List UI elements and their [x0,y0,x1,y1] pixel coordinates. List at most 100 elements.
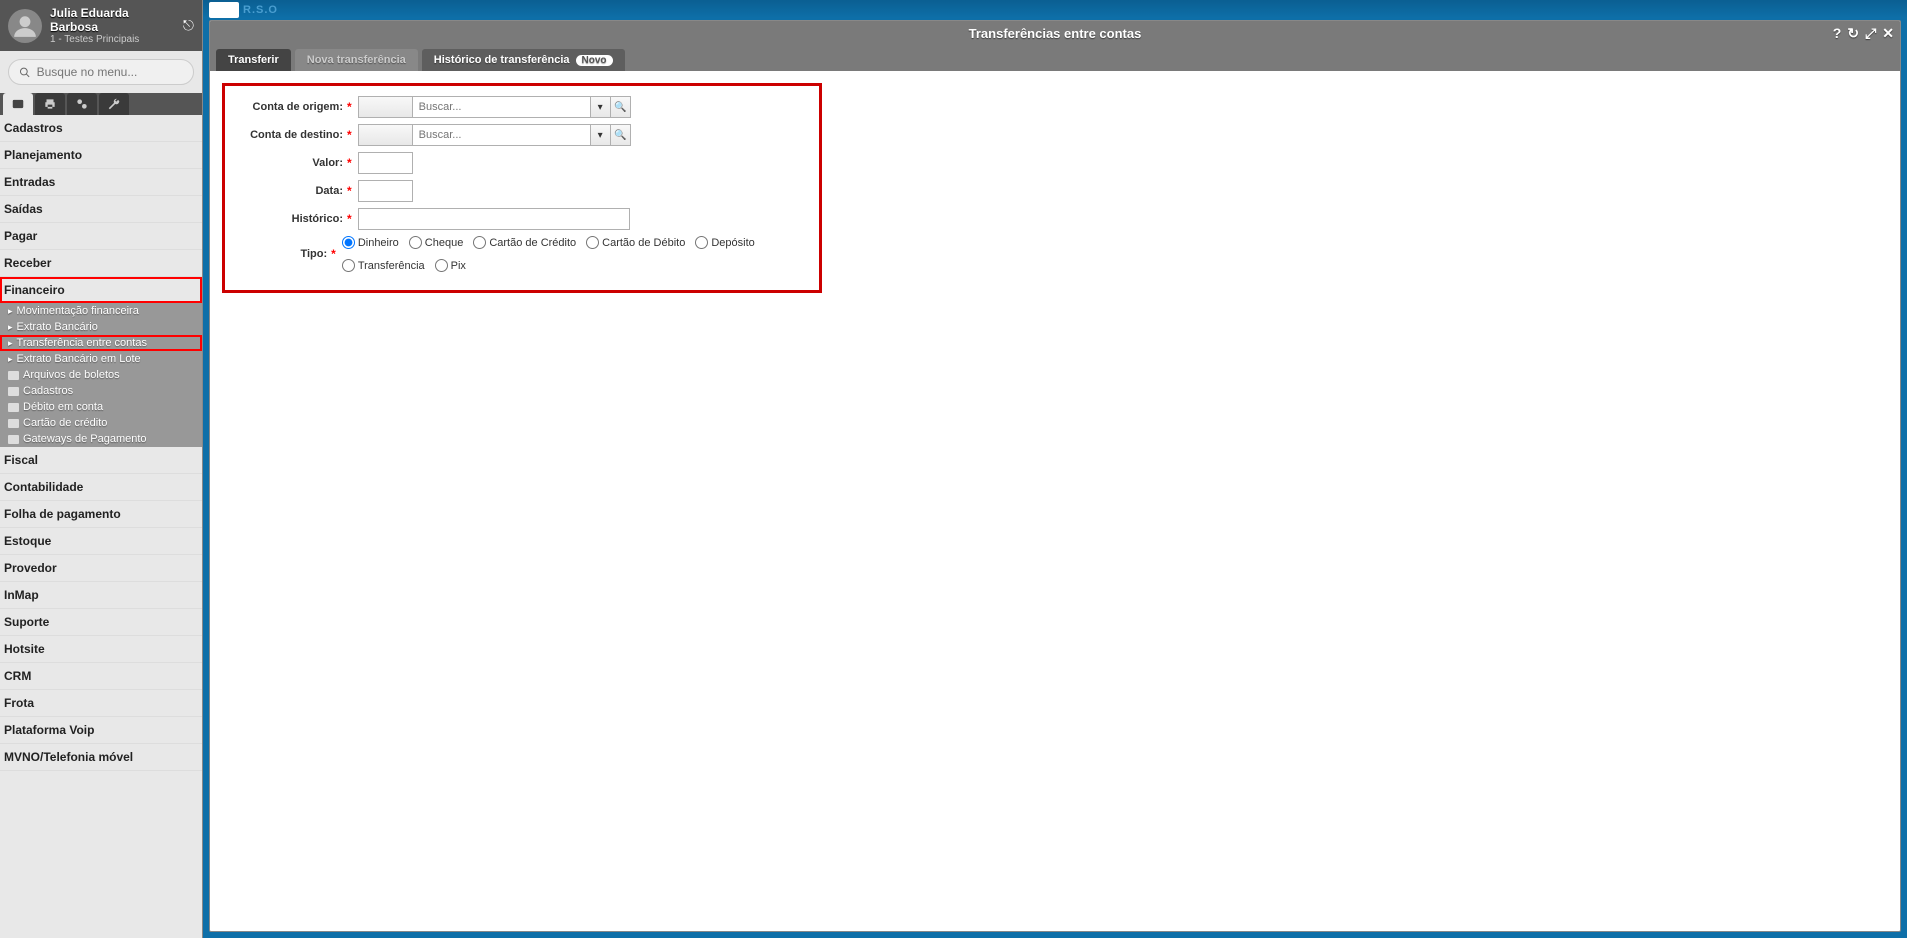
folder-icon [8,403,19,412]
chevron-right-icon: ▸ [8,322,13,333]
radio-cartao-debito[interactable]: Cartão de Débito [586,236,685,249]
toolbar-tab-gears[interactable] [67,93,97,115]
user-bar: Julia Eduarda Barbosa 1 - Testes Princip… [0,0,202,51]
radio-deposito[interactable]: Depósito [695,236,754,249]
menu-entradas[interactable]: Entradas [0,169,202,196]
menu-estoque[interactable]: Estoque [0,528,202,555]
menu-planejamento[interactable]: Planejamento [0,142,202,169]
sub-arquivos-boletos[interactable]: Arquivos de boletos [0,367,202,383]
menu-fiscal[interactable]: Fiscal [0,447,202,474]
menu-voip[interactable]: Plataforma Voip [0,717,202,744]
required-mark: * [347,184,352,198]
radio-pix[interactable]: Pix [435,259,466,272]
menu-pagar[interactable]: Pagar [0,223,202,250]
menu-frota[interactable]: Frota [0,690,202,717]
label-historico: Histórico: [237,213,347,225]
sub-cadastros[interactable]: Cadastros [0,383,202,399]
logo-text: R.S.O [243,4,278,16]
radio-group-tipo: Dinheiro Cheque Cartão de Crédito Cartão… [342,236,807,272]
menu-financeiro-sub: ▸Movimentação financeira ▸Extrato Bancár… [0,303,202,447]
search-input[interactable] [37,65,183,79]
input-data[interactable] [358,180,413,202]
required-mark: * [331,247,336,261]
folder-icon [8,371,19,380]
input-valor[interactable] [358,152,413,174]
sub-transferencia[interactable]: ▸Transferência entre contas [0,335,202,351]
refresh-icon[interactable]: ↻ [1847,25,1859,42]
menu-suporte[interactable]: Suporte [0,609,202,636]
menu-financeiro[interactable]: Financeiro [0,277,202,303]
chevron-down-icon[interactable]: ▾ [591,96,611,118]
tab-transferir[interactable]: Transferir [216,49,291,71]
chevron-right-icon: ▸ [8,354,13,365]
folder-icon [8,435,19,444]
sidebar-toolbar [0,93,202,115]
combo-origem-input[interactable] [413,96,591,118]
radio-transferencia[interactable]: Transferência [342,259,425,272]
combo-origem-prefix[interactable] [358,96,413,118]
folder-icon [8,387,19,396]
search-icon[interactable]: 🔍 [611,96,631,118]
menu-folha[interactable]: Folha de pagamento [0,501,202,528]
sub-cartao-credito[interactable]: Cartão de crédito [0,415,202,431]
panel-tabs: Transferir Nova transferência Histórico … [210,46,1900,71]
label-tipo: Tipo: [237,248,331,260]
sidebar-menu: Cadastros Planejamento Entradas Saídas P… [0,115,202,938]
panel-title: Transferências entre contas [969,26,1142,41]
expand-icon[interactable]: ⤢ [1865,25,1876,42]
user-name: Julia Eduarda Barbosa [50,6,175,34]
topbar: R.S.O [203,0,1907,18]
required-mark: * [347,100,352,114]
tab-historico[interactable]: Histórico de transferência Novo [422,49,625,71]
logo-icon [209,2,239,18]
label-conta-destino: Conta de destino: [237,129,347,141]
toolbar-tab-print[interactable] [35,93,65,115]
radio-cartao-credito[interactable]: Cartão de Crédito [473,236,576,249]
sub-debito-conta[interactable]: Débito em conta [0,399,202,415]
radio-dinheiro[interactable]: Dinheiro [342,236,399,249]
combo-destino-prefix[interactable] [358,124,413,146]
input-historico[interactable] [358,208,630,230]
chevron-right-icon: ▸ [8,306,13,317]
menu-mvno[interactable]: MVNO/Telefonia móvel [0,744,202,771]
sub-mov-financeira[interactable]: ▸Movimentação financeira [0,303,202,319]
menu-receber[interactable]: Receber [0,250,202,277]
search-icon [19,66,31,79]
sub-gateways[interactable]: Gateways de Pagamento [0,431,202,447]
logout-icon[interactable]: ⎋ [183,17,194,34]
radio-cheque[interactable]: Cheque [409,236,464,249]
avatar [8,9,42,43]
tab-nova-transferencia[interactable]: Nova transferência [295,49,418,71]
menu-inmap[interactable]: InMap [0,582,202,609]
chevron-right-icon: ▸ [8,338,13,349]
required-mark: * [347,128,352,142]
menu-hotsite[interactable]: Hotsite [0,636,202,663]
panel-title-bar: Transferências entre contas ? ↻ ⤢ ✕ [210,21,1900,46]
sub-extrato-lote[interactable]: ▸Extrato Bancário em Lote [0,351,202,367]
label-data: Data: [237,185,347,197]
menu-cadastros[interactable]: Cadastros [0,115,202,142]
panel: Transferências entre contas ? ↻ ⤢ ✕ Tran… [209,20,1901,932]
label-conta-origem: Conta de origem: [237,101,347,113]
toolbar-tab-cards[interactable] [3,93,33,115]
combo-destino-input[interactable] [413,124,591,146]
menu-contabilidade[interactable]: Contabilidade [0,474,202,501]
toolbar-tab-wrench[interactable] [99,93,129,115]
menu-saidas[interactable]: Saídas [0,196,202,223]
form-red-box: Conta de origem: * ▾ 🔍 Conta de destino:… [222,83,822,293]
required-mark: * [347,212,352,226]
form-area: Conta de origem: * ▾ 🔍 Conta de destino:… [210,71,1900,305]
main: R.S.O Transferências entre contas ? ↻ ⤢ … [203,0,1907,938]
user-sub: 1 - Testes Principais [50,34,175,45]
search-box[interactable] [8,59,194,85]
search-icon[interactable]: 🔍 [611,124,631,146]
menu-provedor[interactable]: Provedor [0,555,202,582]
sidebar: Julia Eduarda Barbosa 1 - Testes Princip… [0,0,203,938]
required-mark: * [347,156,352,170]
help-icon[interactable]: ? [1833,25,1842,42]
close-icon[interactable]: ✕ [1882,25,1894,42]
folder-icon [8,419,19,428]
menu-crm[interactable]: CRM [0,663,202,690]
sub-extrato-bancario[interactable]: ▸Extrato Bancário [0,319,202,335]
chevron-down-icon[interactable]: ▾ [591,124,611,146]
